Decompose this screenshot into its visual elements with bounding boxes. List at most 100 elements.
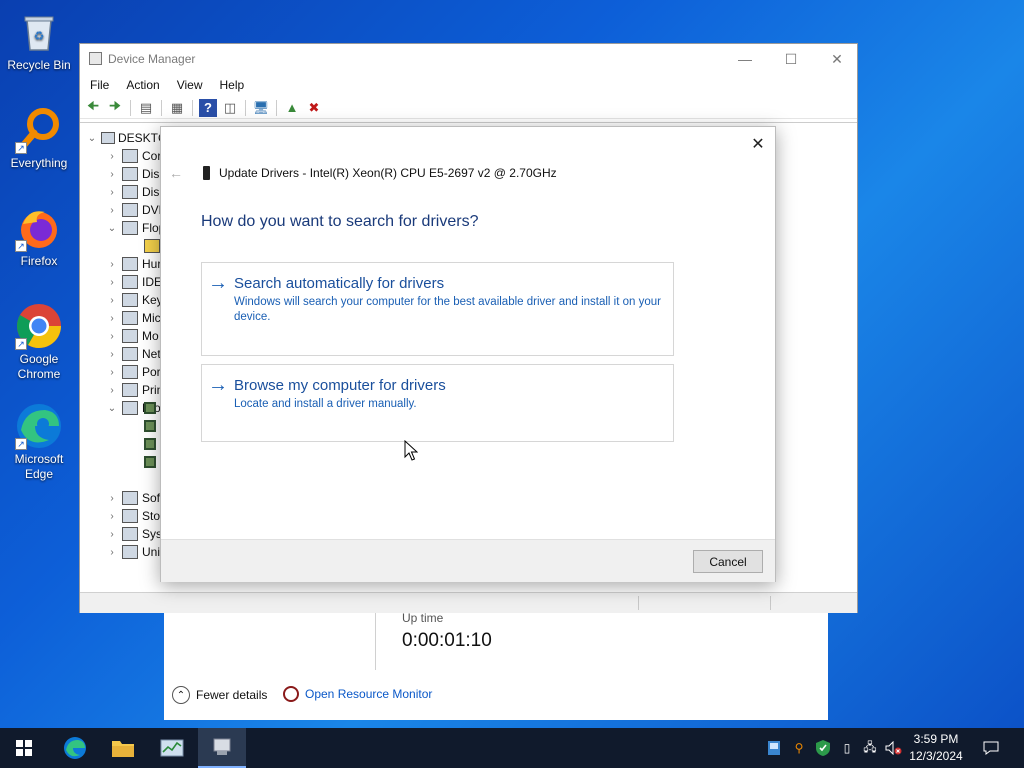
tree-item[interactable]: › Sof (106, 489, 160, 507)
uptime-value: 0:00:01:10 (402, 630, 492, 651)
processor-item[interactable] (140, 417, 156, 435)
chevron-right-icon[interactable]: › (106, 259, 118, 270)
desktop-icon-chrome[interactable]: ↗ Google Chrome (4, 302, 74, 382)
dialog-close-button[interactable]: ✕ (747, 133, 769, 155)
search-automatically-option[interactable]: → Search automatically for drivers Windo… (201, 262, 674, 356)
maximize-button[interactable]: ☐ (768, 44, 814, 74)
chevron-right-icon[interactable]: › (106, 331, 118, 342)
properties-icon[interactable]: ▦ (168, 99, 186, 117)
tree-item[interactable]: › Disl (106, 165, 162, 183)
close-button[interactable]: ✕ (814, 44, 860, 74)
processor-chip-icon (144, 420, 156, 432)
device-category-icon (122, 365, 138, 379)
menu-action[interactable]: Action (116, 78, 166, 92)
tree-item-label: Uni (142, 545, 161, 559)
taskbar-device-manager[interactable] (198, 728, 246, 768)
fewer-details-button[interactable]: ⌃ Fewer details (172, 686, 267, 704)
taskbar-file-explorer[interactable] (99, 728, 147, 768)
menu-help[interactable]: Help (210, 78, 252, 92)
open-resource-monitor-link[interactable]: Open Resource Monitor (283, 686, 432, 702)
chevron-right-icon[interactable]: › (106, 169, 118, 180)
tray-app-icon[interactable] (766, 728, 782, 768)
desktop-icon-firefox[interactable]: ↗ Firefox (4, 204, 74, 269)
chevron-right-icon[interactable]: › (106, 493, 118, 504)
cancel-button[interactable]: Cancel (693, 550, 763, 573)
chevron-right-icon[interactable]: › (106, 367, 118, 378)
desktop-icon-everything[interactable]: ↗ Everything (4, 106, 74, 171)
usb-device-icon[interactable]: ▯ (839, 728, 855, 768)
chevron-right-icon[interactable]: › (106, 151, 118, 162)
everything-search-icon: ↗ (15, 106, 63, 154)
taskbar-edge[interactable] (51, 728, 99, 768)
tree-item[interactable]: ⌄ Flop (106, 219, 165, 237)
taskbar-clock[interactable]: 3:59 PM 12/3/2024 (906, 731, 966, 765)
help-icon[interactable]: ? (199, 98, 217, 117)
show-hide-console-tree-icon[interactable]: ▤ (137, 99, 155, 117)
toolbar-separator (161, 99, 162, 116)
option-description: Locate and install a driver manually. (234, 398, 417, 410)
tree-item[interactable]: › IDE (106, 273, 162, 291)
tree-item[interactable]: › Sto (106, 507, 160, 525)
tree-item[interactable]: › Net (106, 345, 161, 363)
processor-item[interactable] (140, 453, 156, 471)
desktop-icon-recycle-bin[interactable]: ♻ Recycle Bin (4, 8, 74, 73)
tree-item[interactable]: › Syst (106, 525, 165, 543)
tree-item[interactable]: › Disp (106, 183, 166, 201)
scan-hardware-icon[interactable]: 🖥 (252, 99, 270, 117)
chevron-right-icon[interactable]: › (106, 547, 118, 558)
everything-tray-icon[interactable]: ⚲ (790, 728, 808, 768)
taskbar-task-manager[interactable] (148, 728, 196, 768)
tree-item[interactable]: › Por (106, 363, 161, 381)
device-manager-title: Device Manager (108, 52, 196, 66)
toolbar-separator (192, 99, 193, 116)
chevron-right-icon[interactable]: › (106, 313, 118, 324)
processor-item[interactable] (140, 399, 156, 417)
tree-item[interactable]: › Mic (106, 309, 161, 327)
menu-view[interactable]: View (167, 78, 210, 92)
uninstall-device-icon[interactable]: ✖ (305, 99, 323, 117)
device-category-icon (122, 329, 138, 343)
update-driver-icon[interactable]: ▲ (283, 99, 301, 117)
chevron-right-icon[interactable]: › (106, 349, 118, 360)
notification-icon[interactable] (980, 728, 1002, 768)
menu-file[interactable]: File (80, 78, 116, 92)
chevron-right-icon[interactable]: › (106, 385, 118, 396)
volume-muted-icon[interactable] (884, 728, 904, 768)
tree-item[interactable]: › Prin (106, 381, 163, 399)
tree-item[interactable]: › Key (106, 291, 163, 309)
device-category-icon (122, 509, 138, 523)
start-button[interactable] (0, 728, 48, 768)
chevron-down-icon[interactable]: ⌄ (106, 223, 118, 234)
device-category-icon (122, 185, 138, 199)
back-arrow-icon[interactable]: 🠈 (84, 98, 102, 117)
browse-computer-option[interactable]: → Browse my computer for drivers Locate … (201, 364, 674, 442)
tree-item[interactable]: › Uni (106, 543, 160, 561)
chevron-right-icon[interactable]: › (106, 187, 118, 198)
tree-item-label: Mo (142, 329, 159, 343)
chevron-right-icon[interactable]: › (106, 205, 118, 216)
processor-item[interactable] (140, 435, 156, 453)
action-pane-icon[interactable]: ◫ (221, 99, 239, 117)
device-category-icon (122, 293, 138, 307)
chevron-right-icon[interactable]: › (106, 295, 118, 306)
chevron-right-icon[interactable]: › (106, 511, 118, 522)
toolbar-separator (130, 99, 131, 116)
chevron-right-icon[interactable]: › (106, 277, 118, 288)
desktop-icon-edge[interactable]: ↗ Microsoft Edge (4, 402, 74, 482)
update-drivers-dialog: ✕ ← Update Drivers - Intel(R) Xeon(R) CP… (160, 126, 776, 582)
desktop-icon-label: Google Chrome (17, 352, 61, 381)
minimize-button[interactable]: — (722, 44, 768, 74)
tree-item[interactable]: › Mo (106, 327, 159, 345)
tree-root[interactable]: ⌄ DESKTC (86, 129, 167, 147)
chevron-down-icon[interactable]: ⌄ (106, 403, 118, 414)
tree-item[interactable]: › Cor (106, 147, 161, 165)
tree-item[interactable]: › Hur (106, 255, 161, 273)
tree-item[interactable]: › DVD (106, 201, 167, 219)
forward-arrow-icon[interactable]: 🠊 (106, 98, 124, 117)
processor-chip-icon (144, 402, 156, 414)
back-arrow-icon[interactable]: ← (169, 165, 183, 181)
network-icon[interactable]: 🖧 (861, 728, 879, 768)
security-shield-icon[interactable] (814, 728, 832, 768)
recycle-bin-icon: ♻ (15, 8, 63, 56)
chevron-right-icon[interactable]: › (106, 529, 118, 540)
